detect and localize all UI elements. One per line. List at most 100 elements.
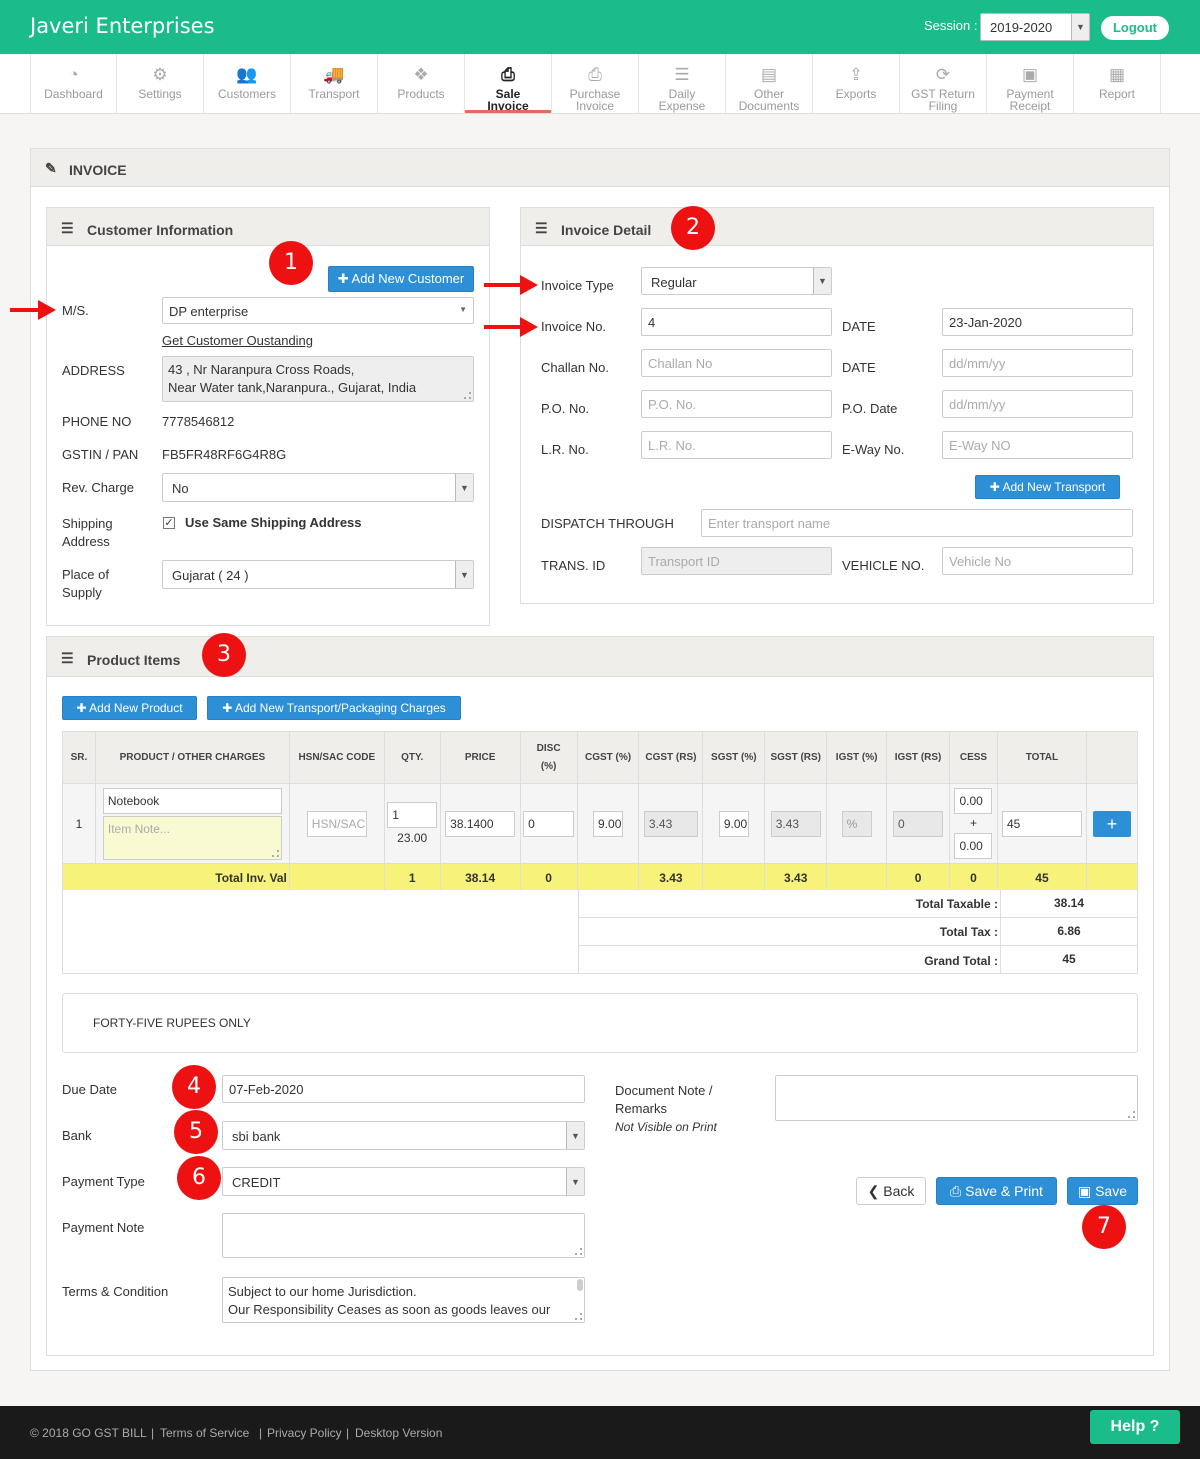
cess-pct-input[interactable]: 0.00 bbox=[954, 788, 993, 814]
footer-separator: | bbox=[259, 1426, 263, 1440]
igst-pct-input: % bbox=[841, 810, 872, 837]
button-label: Add New Customer bbox=[351, 271, 465, 286]
bank-select[interactable]: sbi bank ▼ bbox=[222, 1121, 585, 1150]
challan-no-label: Challan No. bbox=[541, 360, 609, 375]
lr-no-input[interactable]: L.R. No. bbox=[641, 431, 832, 459]
add-charges-button[interactable]: ✚ Add New Transport/Packaging Charges bbox=[207, 696, 461, 720]
save-print-button[interactable]: ⎙ Save & Print bbox=[936, 1177, 1057, 1205]
footer-tos-link[interactable]: Terms of Service bbox=[160, 1426, 249, 1440]
eway-no-input[interactable]: E-Way NO bbox=[942, 431, 1133, 459]
back-button[interactable]: ❮ Back bbox=[856, 1177, 926, 1205]
nav-transport[interactable]: 🚚 Transport bbox=[291, 54, 378, 113]
rev-charge-select[interactable]: No ▼ bbox=[162, 473, 474, 502]
place-of-supply-label: Place of Supply bbox=[62, 566, 109, 602]
total-igst: 0 bbox=[886, 863, 951, 892]
total-taxable-row: Total Taxable : 38.14 bbox=[578, 890, 1138, 918]
payment-type-select[interactable]: CREDIT ▼ bbox=[222, 1167, 585, 1196]
print-icon: ⎙ bbox=[950, 1183, 966, 1199]
payment-note-label: Payment Note bbox=[62, 1220, 145, 1235]
arrow-shaft bbox=[10, 308, 40, 312]
add-new-product-button[interactable]: ✚ Add New Product bbox=[62, 696, 197, 720]
arrow-shaft bbox=[484, 325, 522, 329]
invoice-type-select[interactable]: Regular ▼ bbox=[641, 267, 832, 295]
vehicle-no-input[interactable]: Vehicle No bbox=[942, 547, 1133, 575]
place-of-supply-select[interactable]: Gujarat ( 24 ) ▼ bbox=[162, 560, 474, 589]
add-row-button[interactable]: + bbox=[1092, 810, 1131, 837]
challan-date-input[interactable]: dd/mm/yy bbox=[942, 349, 1133, 377]
shipping-label-line-1: Shipping bbox=[62, 516, 113, 531]
trans-id-label: TRANS. ID bbox=[541, 558, 606, 573]
cess-amount-input[interactable]: 0.00 bbox=[954, 833, 993, 859]
nav-daily-expense[interactable]: ☰ Daily Expense bbox=[639, 54, 726, 113]
column-header: IGST (%) bbox=[826, 731, 888, 784]
invoice-panel-header: ✎ INVOICE bbox=[31, 149, 1169, 187]
nav-label: Transport bbox=[308, 87, 360, 101]
same-shipping-checkbox[interactable]: ✓ bbox=[163, 517, 175, 529]
address-textarea[interactable]: 43 , Nr Naranpura Cross Roads, Near Water… bbox=[162, 356, 474, 402]
nav-purchase-invoice[interactable]: ⎙ Purchase Invoice bbox=[552, 54, 639, 113]
same-shipping-label: Use Same Shipping Address bbox=[185, 515, 362, 530]
nav-label: Report bbox=[1098, 87, 1136, 101]
save-button[interactable]: ▣ Save bbox=[1067, 1177, 1138, 1205]
payment-note-textarea[interactable] bbox=[222, 1213, 585, 1258]
button-label: Back bbox=[883, 1183, 915, 1199]
phone-value: 7778546812 bbox=[162, 414, 235, 429]
igst-pct-cell: % bbox=[826, 783, 888, 864]
list-icon: ☰ bbox=[535, 220, 548, 236]
add-new-transport-button[interactable]: ✚ Add New Transport bbox=[975, 475, 1120, 499]
item-note-textarea[interactable]: Item Note... bbox=[102, 815, 282, 860]
terms-label: Terms & Condition bbox=[62, 1284, 169, 1299]
nav-other-documents[interactable]: ▤ Other Documents bbox=[726, 54, 813, 113]
terms-textarea[interactable]: Subject to our home Jurisdiction. Our Res… bbox=[222, 1277, 585, 1323]
nav-customers[interactable]: 👥 Customers bbox=[204, 54, 291, 113]
session-select[interactable]: 2019-2020 ▼ bbox=[980, 13, 1090, 41]
qty-input[interactable]: 1 bbox=[387, 802, 438, 828]
nav-dashboard[interactable]: ◔ Dashboard bbox=[30, 54, 117, 113]
footer-desktop-link[interactable]: Desktop Version bbox=[355, 1426, 442, 1440]
active-tab-underline bbox=[465, 110, 551, 113]
invoice-date-input[interactable]: 23-Jan-2020 bbox=[942, 308, 1133, 336]
disc-header-line-2: (%) bbox=[540, 760, 557, 772]
nav-gst-return[interactable]: ⟳ GST Return Filing bbox=[900, 54, 987, 113]
dispatch-through-input[interactable]: Enter transport name bbox=[701, 509, 1133, 537]
nav-sale-invoice[interactable]: ⎙ Sale Invoice bbox=[465, 54, 552, 113]
hsn-input[interactable]: HSN/SAC bbox=[306, 810, 367, 837]
arrow-head bbox=[38, 300, 56, 320]
resize-grip-icon bbox=[575, 1313, 582, 1320]
resize-grip-icon bbox=[271, 849, 279, 857]
invoice-no-input[interactable]: 4 bbox=[641, 308, 832, 336]
scrollbar[interactable] bbox=[577, 1279, 583, 1291]
total-tax-value: 6.86 bbox=[1057, 924, 1081, 938]
po-date-input[interactable]: dd/mm/yy bbox=[942, 390, 1133, 418]
total-cgst: 3.43 bbox=[638, 863, 704, 892]
document-note-textarea[interactable] bbox=[775, 1075, 1138, 1121]
footer-separator: | bbox=[346, 1426, 350, 1440]
sgst-pct-input[interactable]: 9.00 bbox=[718, 810, 749, 837]
nav-label: Purchase Invoice bbox=[569, 87, 621, 113]
logout-button[interactable]: Logout bbox=[1101, 16, 1169, 40]
price-input[interactable]: 38.1400 bbox=[445, 810, 516, 837]
disc-input[interactable]: 0 bbox=[523, 810, 575, 837]
challan-no-input[interactable]: Challan No bbox=[641, 349, 832, 377]
terms-line-1: Subject to our home Jurisdiction. bbox=[228, 1284, 417, 1299]
customer-outstanding-link[interactable]: Get Customer Oustanding bbox=[162, 333, 313, 348]
po-no-input[interactable]: P.O. No. bbox=[641, 390, 832, 418]
invoice-detail-header: ☰ Invoice Detail bbox=[521, 208, 1153, 246]
nav-payment-receipt[interactable]: ▣ Payment Receipt bbox=[987, 54, 1074, 113]
cgst-pct-input[interactable]: 9.00 bbox=[593, 810, 624, 837]
nav-exports[interactable]: ⇪ Exports bbox=[813, 54, 900, 113]
column-header: SGST (%) bbox=[702, 731, 766, 784]
due-date-input[interactable]: 07-Feb-2020 bbox=[222, 1075, 585, 1103]
nav-products[interactable]: ❖ Products bbox=[378, 54, 465, 113]
footer-privacy-link[interactable]: Privacy Policy bbox=[267, 1426, 342, 1440]
help-button[interactable]: Help ? bbox=[1090, 1410, 1180, 1444]
trans-id-input[interactable]: Transport ID bbox=[641, 547, 832, 575]
nav-settings[interactable]: ⚙ Settings bbox=[117, 54, 204, 113]
customer-select[interactable]: DP enterprise ▼ bbox=[162, 297, 474, 324]
grand-total-label: Grand Total : bbox=[924, 954, 998, 968]
product-name-input[interactable]: Notebook bbox=[102, 787, 282, 814]
add-new-customer-button[interactable]: ✚ Add New Customer bbox=[328, 266, 474, 292]
column-header: SR. bbox=[62, 731, 96, 784]
nav-report[interactable]: ▦ Report bbox=[1074, 54, 1161, 113]
row-total-input[interactable]: 45 bbox=[1001, 810, 1082, 837]
